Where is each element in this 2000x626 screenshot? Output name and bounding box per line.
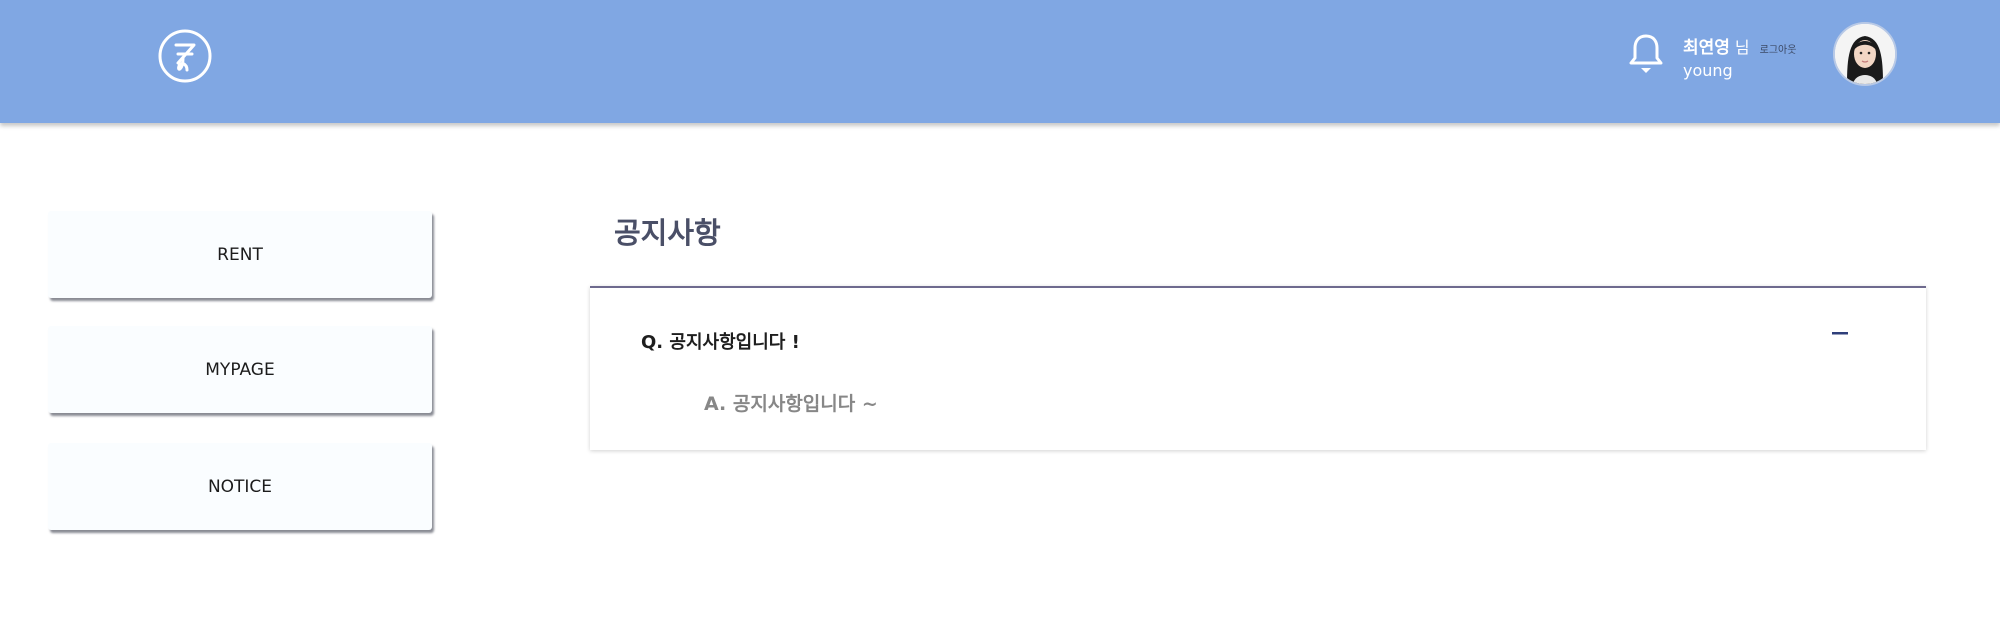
sidebar-item-label: RENT [217, 244, 263, 265]
avatar[interactable] [1833, 22, 1897, 86]
sidebar-item-label: MYPAGE [205, 359, 275, 380]
user-info: 최연영 님 로그아웃 young [1683, 33, 1796, 80]
page-title: 공지사항 [614, 216, 721, 250]
sidebar-item-notice[interactable]: NOTICE [48, 443, 432, 530]
notice-question[interactable]: Q. 공지사항입니다 ! [641, 328, 800, 354]
logo-icon[interactable] [157, 28, 213, 84]
sidebar-item-mypage[interactable]: MYPAGE [48, 326, 432, 413]
notice-item: Q. 공지사항입니다 ! A. 공지사항입니다 ~ [590, 286, 1926, 450]
user-id: young [1683, 61, 1733, 80]
sidebar-item-label: NOTICE [207, 476, 273, 497]
notice-answer: A. 공지사항입니다 ~ [704, 393, 878, 415]
minus-icon[interactable] [1828, 322, 1852, 346]
user-name-suffix: 님 [1734, 38, 1750, 57]
logout-link[interactable]: 로그아웃 [1760, 41, 1797, 56]
user-name: 최연영 [1683, 38, 1730, 58]
bell-icon[interactable] [1626, 32, 1666, 76]
sidebar-item-rent[interactable]: RENT [48, 211, 432, 298]
top-header: 최연영 님 로그아웃 young [0, 0, 2000, 123]
